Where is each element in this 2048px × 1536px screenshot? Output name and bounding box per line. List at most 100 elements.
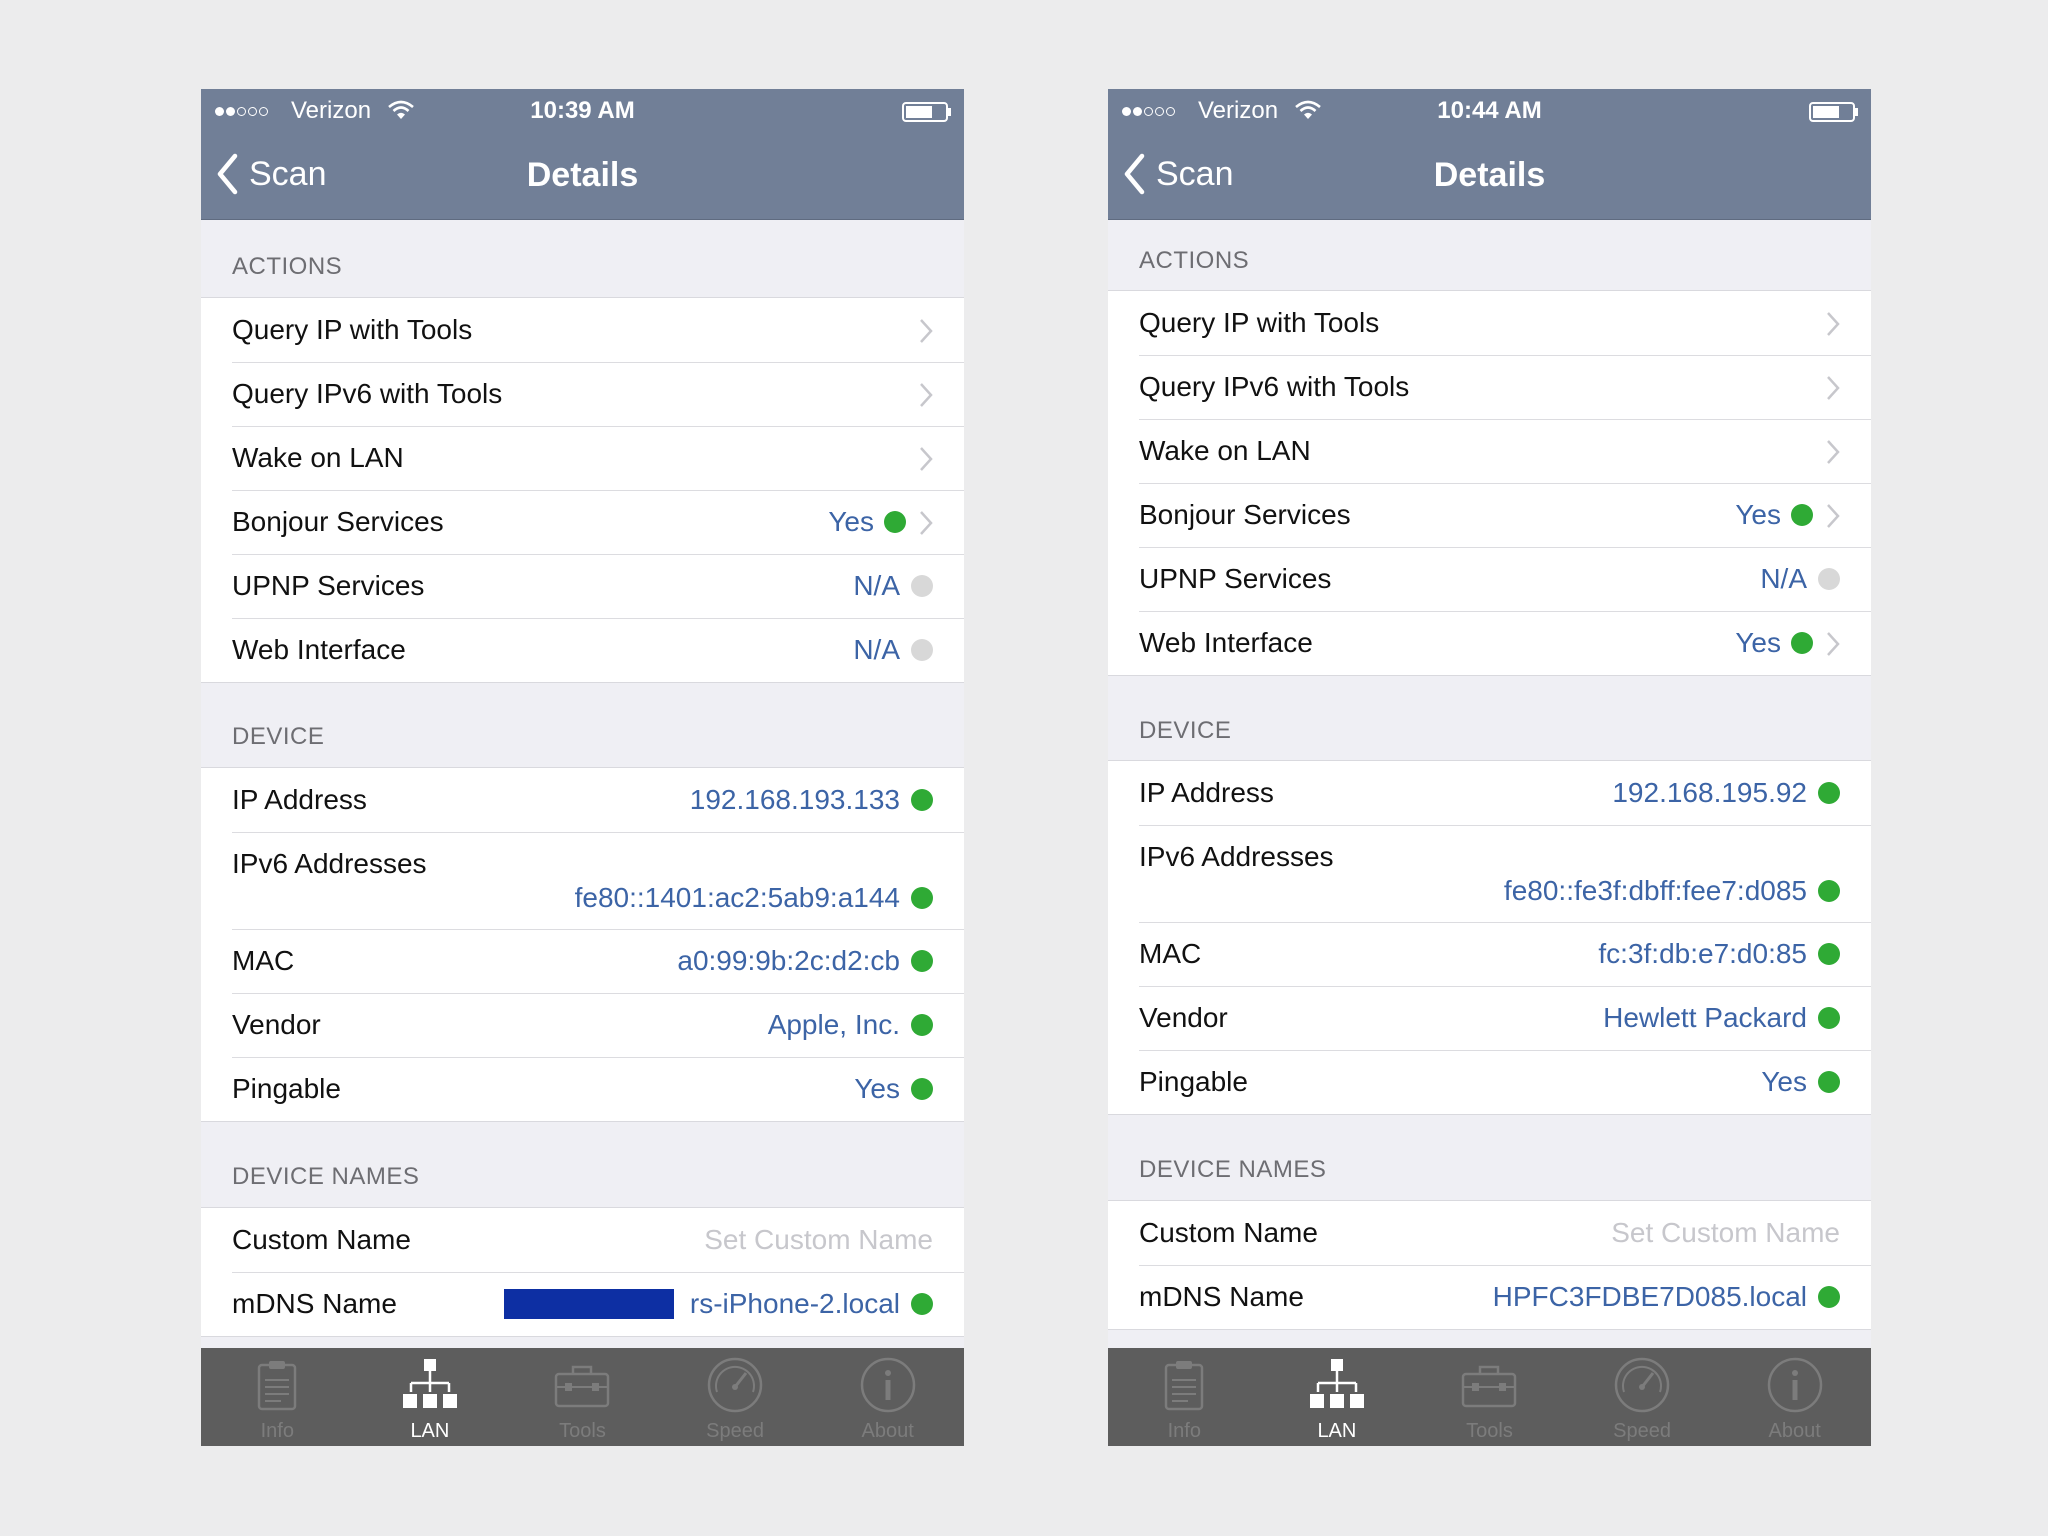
tab-label: About xyxy=(861,1420,914,1442)
row-value: Hewlett Packard xyxy=(1603,1002,1807,1033)
tab-label: Info xyxy=(260,1420,294,1442)
tab-info[interactable]: Info xyxy=(1108,1348,1261,1446)
section-header-device: DEVICE xyxy=(1139,717,1232,744)
custom-name-row[interactable]: Custom Name Set Custom Name xyxy=(1108,1201,1871,1265)
ipv6-addresses-row: IPv6 Addresses fe80::1401:ac2:5ab9:a144 xyxy=(201,832,964,929)
status-dot-green xyxy=(1818,1071,1840,1093)
device-names-group: Custom Name Set Custom Name mDNS Name HP… xyxy=(1108,1200,1871,1330)
row-value: N/A xyxy=(853,634,900,665)
status-dot-green xyxy=(911,1078,933,1100)
row-value: N/A xyxy=(1760,563,1807,594)
web-interface-row: Web Interface N/A xyxy=(201,618,964,682)
tab-tools[interactable]: Tools xyxy=(506,1348,659,1446)
query-ip-row[interactable]: Query IP with Tools xyxy=(1108,291,1871,355)
device-names-group: Custom Name Set Custom Name mDNS Name rs… xyxy=(201,1207,964,1337)
bonjour-services-row[interactable]: Bonjour Services Yes xyxy=(201,490,964,554)
tab-label: Info xyxy=(1167,1420,1201,1442)
row-label: UPNP Services xyxy=(1139,563,1332,594)
upnp-services-row: UPNP Services N/A xyxy=(1108,547,1871,611)
query-ipv6-row[interactable]: Query IPv6 with Tools xyxy=(201,362,964,426)
row-label: Query IPv6 with Tools xyxy=(1139,371,1410,402)
tab-lan[interactable]: LAN xyxy=(354,1348,507,1446)
row-label: Custom Name xyxy=(232,1224,411,1255)
row-value: rs-iPhone-2.local xyxy=(689,1288,900,1319)
mdns-name-row: mDNS Name HPFC3FDBE7D085.local xyxy=(1108,1265,1871,1329)
tab-label: LAN xyxy=(1317,1420,1357,1442)
row-value: fc:3f:db:e7:d0:85 xyxy=(1598,938,1807,969)
network-icon xyxy=(1309,1359,1364,1408)
status-dot-grey xyxy=(911,639,933,661)
page-title: Details xyxy=(526,156,639,194)
speedometer-icon xyxy=(1614,1357,1670,1413)
row-label: Wake on LAN xyxy=(1139,435,1311,466)
vendor-row: Vendor Apple, Inc. xyxy=(201,993,964,1057)
status-dot-grey xyxy=(1818,568,1840,590)
status-bar: Verizon 10:44 AM xyxy=(1108,89,1871,133)
status-dot-green xyxy=(1818,1286,1840,1308)
row-label: Custom Name xyxy=(1139,1217,1318,1248)
chevron-right-icon xyxy=(920,383,933,407)
chevron-right-icon xyxy=(1827,376,1840,400)
tab-bar: Info LAN Tools Speed About xyxy=(1108,1348,1871,1446)
chevron-right-icon xyxy=(1827,440,1840,464)
row-label: Bonjour Services xyxy=(232,506,444,537)
actions-group: Query IP with Tools Query IPv6 with Tool… xyxy=(201,297,964,683)
row-label: Web Interface xyxy=(1139,627,1313,658)
section-header-device-names: DEVICE NAMES xyxy=(232,1163,420,1190)
status-dot-green xyxy=(911,887,933,909)
row-label: UPNP Services xyxy=(232,570,425,601)
device-group: IP Address 192.168.193.133 IPv6 Addresse… xyxy=(201,767,964,1122)
pingable-row: Pingable Yes xyxy=(201,1057,964,1121)
bonjour-services-row[interactable]: Bonjour Services Yes xyxy=(1108,483,1871,547)
row-value: HPFC3FDBE7D085.local xyxy=(1492,1281,1807,1312)
query-ip-row[interactable]: Query IP with Tools xyxy=(201,298,964,362)
tab-label: Speed xyxy=(706,1420,764,1442)
row-label: MAC xyxy=(232,945,295,976)
row-label: Vendor xyxy=(232,1009,321,1040)
section-header-actions: ACTIONS xyxy=(1139,247,1250,274)
tab-label: LAN xyxy=(410,1420,450,1442)
phone-screen-left: Verizon 10:39 AM Scan Details ACTIONS Qu… xyxy=(201,89,964,1446)
status-dot-green xyxy=(1791,632,1813,654)
status-dot-green xyxy=(884,511,906,533)
row-label: IP Address xyxy=(1139,777,1274,808)
redaction-bar xyxy=(504,1289,674,1319)
battery-icon xyxy=(902,102,951,122)
mac-row: MAC a0:99:9b:2c:d2:cb xyxy=(201,929,964,993)
section-header-actions: ACTIONS xyxy=(232,253,343,280)
row-label: Bonjour Services xyxy=(1139,499,1351,530)
tab-info[interactable]: Info xyxy=(201,1348,354,1446)
status-dot-green xyxy=(1818,782,1840,804)
speedometer-icon xyxy=(707,1357,763,1413)
status-dot-green xyxy=(911,789,933,811)
row-value: Yes xyxy=(854,1073,900,1104)
mac-row: MAC fc:3f:db:e7:d0:85 xyxy=(1108,922,1871,986)
row-value: fe80::1401:ac2:5ab9:a144 xyxy=(574,882,900,913)
tab-speed[interactable]: Speed xyxy=(659,1348,812,1446)
vendor-row: Vendor Hewlett Packard xyxy=(1108,986,1871,1050)
row-label: Web Interface xyxy=(232,634,406,665)
wake-on-lan-row[interactable]: Wake on LAN xyxy=(201,426,964,490)
wake-on-lan-row[interactable]: Wake on LAN xyxy=(1108,419,1871,483)
status-bar: Verizon 10:39 AM xyxy=(201,89,964,133)
row-label: mDNS Name xyxy=(232,1288,397,1319)
row-value: Yes xyxy=(1761,1066,1807,1097)
web-interface-row[interactable]: Web Interface Yes xyxy=(1108,611,1871,675)
custom-name-input[interactable]: Set Custom Name xyxy=(704,1224,933,1256)
row-label: Query IPv6 with Tools xyxy=(232,378,503,409)
row-label: IPv6 Addresses xyxy=(1139,841,1334,872)
tab-tools[interactable]: Tools xyxy=(1413,1348,1566,1446)
status-time: 10:44 AM xyxy=(1437,97,1542,124)
tab-label: Speed xyxy=(1613,1420,1671,1442)
row-label: Pingable xyxy=(232,1073,341,1104)
tab-about[interactable]: About xyxy=(1718,1348,1871,1446)
tab-speed[interactable]: Speed xyxy=(1566,1348,1719,1446)
row-value: Apple, Inc. xyxy=(767,1009,900,1040)
query-ipv6-row[interactable]: Query IPv6 with Tools xyxy=(1108,355,1871,419)
chevron-right-icon xyxy=(1827,312,1840,336)
tab-lan[interactable]: LAN xyxy=(1261,1348,1414,1446)
row-label: IP Address xyxy=(232,784,367,815)
tab-about[interactable]: About xyxy=(811,1348,964,1446)
custom-name-input[interactable]: Set Custom Name xyxy=(1611,1217,1840,1249)
custom-name-row[interactable]: Custom Name Set Custom Name xyxy=(201,1208,964,1272)
